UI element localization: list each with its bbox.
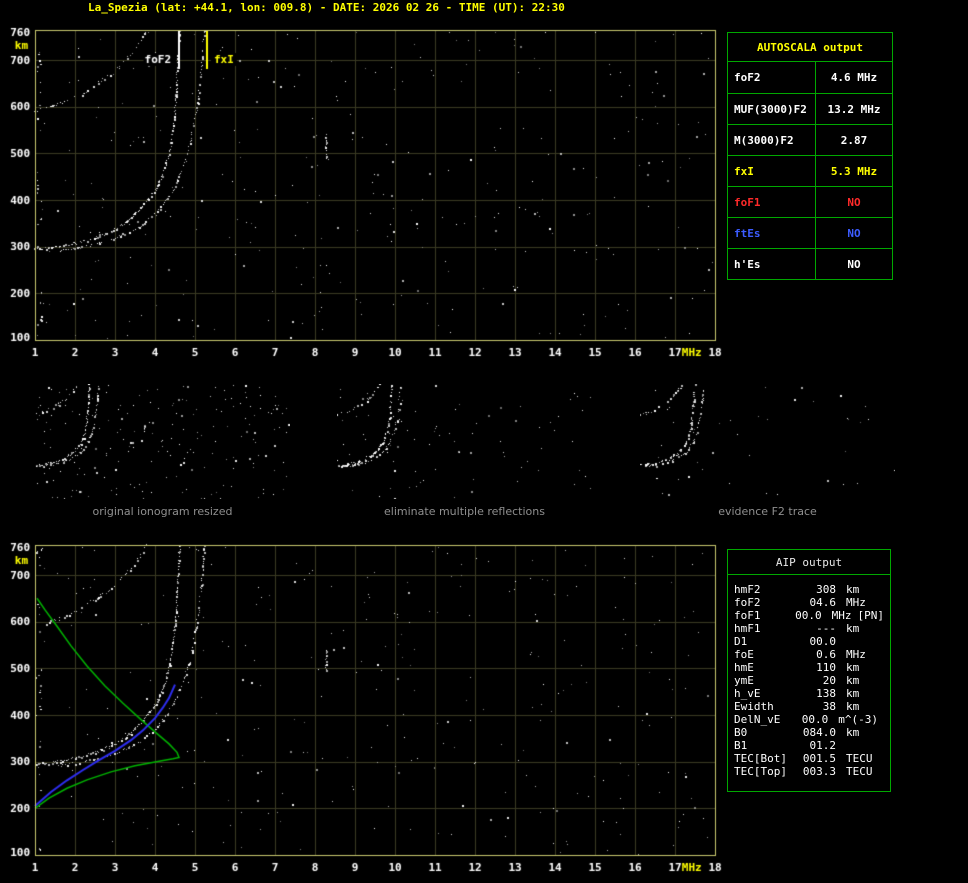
aip-row-value: 00.0 xyxy=(795,609,822,622)
aip-row-name: TEC[Top] xyxy=(734,765,787,778)
aip-output-panel: AIP output hmF2 308 km foF2 04.6 MHz foF… xyxy=(727,549,891,792)
aip-row: D1 00.0 xyxy=(728,635,890,648)
aip-row-unit: km xyxy=(846,661,860,674)
aip-row: B0 084.0 km xyxy=(728,726,890,739)
autoscala-row-value: NO xyxy=(847,196,861,209)
aip-row-name: ymE xyxy=(734,674,754,687)
autoscala-row-label: M(3000)F2 xyxy=(728,125,816,156)
aip-row-value: 001.5 xyxy=(802,752,836,765)
aip-row-name: B0 xyxy=(734,726,748,739)
aip-row-value: 003.3 xyxy=(802,765,836,778)
autoscala-row-value: 5.3 MHz xyxy=(830,165,878,178)
autoscala-row-label: ftEs xyxy=(728,218,816,249)
aip-row-unit: km xyxy=(846,674,860,687)
autoscala-row-value: NO xyxy=(847,227,861,240)
autoscala-row-value: 2.87 xyxy=(840,134,868,147)
aip-row-unit: km xyxy=(846,687,860,700)
aip-row-value: 38 xyxy=(822,700,836,713)
aip-row-value: 110 xyxy=(816,661,836,674)
thumbnail-caption-evidence-f2: evidence F2 trace xyxy=(718,505,817,518)
aip-row-name: TEC[Bot] xyxy=(734,752,787,765)
aip-row: foE 0.6 MHz xyxy=(728,648,890,661)
aip-row-value: 084.0 xyxy=(802,726,836,739)
aip-row-name: DelN_vE xyxy=(734,713,781,726)
aip-row: DelN_vE 00.0 m^(-3) xyxy=(728,713,890,726)
aip-row-name: foF1 xyxy=(734,609,761,622)
aip-row-unit: MHz xyxy=(846,648,866,661)
aip-row: h_vE 138 km xyxy=(728,687,890,700)
aip-rows: hmF2 308 km foF2 04.6 MHz foF1 00.0 MHz … xyxy=(728,574,890,778)
aip-row-name: hmF2 xyxy=(734,583,761,596)
thumbnail-original-ionogram-canvas xyxy=(35,384,290,499)
aip-row: B1 01.2 xyxy=(728,739,890,752)
aip-row: TEC[Bot] 001.5 TECU xyxy=(728,752,890,765)
aip-output-header: AIP output xyxy=(775,556,843,569)
autoscala-row-value: 4.6 MHz xyxy=(830,71,878,84)
aip-row-unit: MHz xyxy=(831,609,852,622)
autoscala-output-panel: AUTOSCALA output foF2 4.6 MHz MUF(3000)F… xyxy=(727,32,893,280)
aip-row: Ewidth 38 km xyxy=(728,700,890,713)
aip-row-unit: km xyxy=(846,622,860,635)
autoscala-output-header: AUTOSCALA output xyxy=(728,33,892,62)
autoscala-row: h'Es NO xyxy=(728,248,892,280)
aip-row-name: hmF1 xyxy=(734,622,761,635)
aip-row: hmE 110 km xyxy=(728,661,890,674)
aip-row: hmF1 --- km xyxy=(728,622,890,635)
aip-row-extra: [PN] xyxy=(857,609,885,622)
autoscala-row: MUF(3000)F2 13.2 MHz xyxy=(728,93,892,125)
aip-row-value: 01.2 xyxy=(809,739,837,752)
autoscala-row: ftEs NO xyxy=(728,217,892,249)
aip-row: foF1 00.0 MHz [PN] xyxy=(728,609,890,622)
thumbnail-eliminate-reflections-canvas xyxy=(337,384,592,499)
aip-row-unit: km xyxy=(846,583,860,596)
window-title: La_Spezia (lat: +44.1, lon: 009.8) - DAT… xyxy=(88,1,565,14)
thumbnail-caption-original: original ionogram resized xyxy=(92,505,233,518)
autoscala-row-label: MUF(3000)F2 xyxy=(728,94,816,125)
aip-row-unit: km xyxy=(846,700,860,713)
aip-row: foF2 04.6 MHz xyxy=(728,596,890,609)
autoscala-row-label: foF2 xyxy=(728,62,816,93)
aip-row-name: D1 xyxy=(734,635,748,648)
aip-row-name: B1 xyxy=(734,739,748,752)
aip-row-value: 20 xyxy=(822,674,836,687)
aip-row-unit: TECU xyxy=(846,752,873,765)
aip-row-unit: TECU xyxy=(846,765,873,778)
thumbnail-evidence-f2-trace-canvas xyxy=(640,384,895,499)
autoscala-row-value: NO xyxy=(847,258,861,271)
aip-row: ymE 20 km xyxy=(728,674,890,687)
autoscala-row: M(3000)F2 2.87 xyxy=(728,124,892,156)
thumbnail-caption-eliminate-reflections: eliminate multiple reflections xyxy=(384,505,545,518)
aip-row-value: 00.0 xyxy=(809,635,837,648)
aip-row-name: Ewidth xyxy=(734,700,774,713)
aip-row-value: 00.0 xyxy=(801,713,829,726)
aip-row-value: 04.6 xyxy=(809,596,837,609)
aip-row-unit: m^(-3) xyxy=(838,713,878,726)
aip-row-unit: MHz xyxy=(846,596,866,609)
autoscala-row: foF1 NO xyxy=(728,186,892,218)
autoscala-rows: foF2 4.6 MHz MUF(3000)F2 13.2 MHz M(3000… xyxy=(728,62,892,280)
aip-row-name: foE xyxy=(734,648,754,661)
main-ionogram-canvas xyxy=(0,25,725,369)
autoscala-row-value: 13.2 MHz xyxy=(827,103,881,116)
aip-row: hmF2 308 km xyxy=(728,583,890,596)
aip-row-value: 0.6 xyxy=(816,648,836,661)
profile-ionogram-canvas xyxy=(0,539,725,883)
autoscala-row: fxI 5.3 MHz xyxy=(728,155,892,187)
aip-row-name: hmE xyxy=(734,661,754,674)
aip-row: TEC[Top] 003.3 TECU xyxy=(728,765,890,778)
autoscala-row-label: h'Es xyxy=(728,249,816,280)
aip-row-value: --- xyxy=(816,622,836,635)
aip-row-name: foF2 xyxy=(734,596,761,609)
aip-row-value: 308 xyxy=(816,583,836,596)
aip-row-unit: km xyxy=(846,726,860,739)
autoscala-row-label: foF1 xyxy=(728,187,816,218)
autoscala-row-label: fxI xyxy=(728,156,816,187)
autoscala-row: foF2 4.6 MHz xyxy=(728,62,892,93)
aip-row-name: h_vE xyxy=(734,687,761,700)
aip-row-value: 138 xyxy=(816,687,836,700)
